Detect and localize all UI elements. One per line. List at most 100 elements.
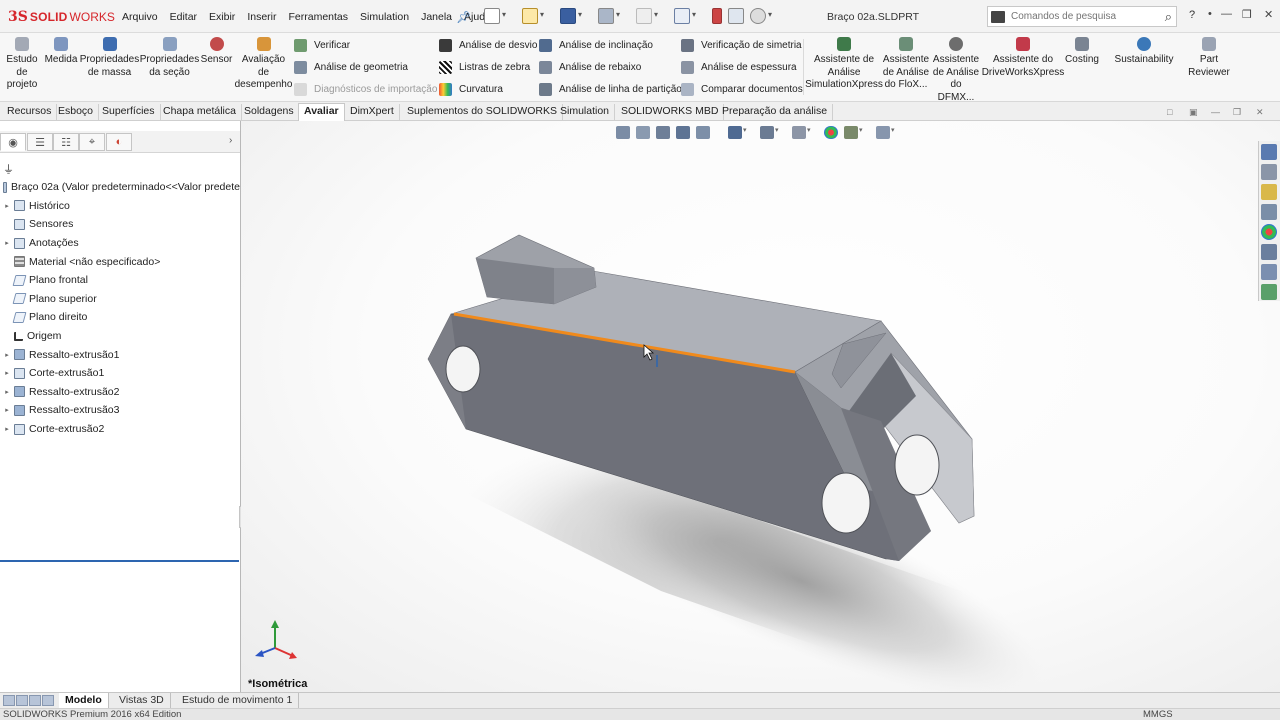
import-diagnostics-button[interactable]: Diagnósticos de importação	[294, 80, 437, 98]
units-selector[interactable]: MMGS	[1143, 709, 1173, 720]
menu-arquivo[interactable]: Arquivo	[116, 11, 164, 23]
file-properties-icon[interactable]	[728, 8, 744, 24]
tab-avaliar[interactable]: Avaliar	[298, 103, 345, 121]
expand-icon[interactable]: ▸	[0, 369, 14, 377]
costing-button[interactable]: Costing	[1064, 37, 1100, 67]
pin-menu-icon[interactable]: 📌︎	[456, 10, 471, 24]
panel-scroll-right-icon[interactable]: ›	[229, 135, 232, 146]
symmetry-check-button[interactable]: Verificação de simetria	[681, 36, 802, 54]
featuremanager-tab-icon[interactable]: ◉	[0, 133, 26, 151]
minimize-icon[interactable]: —	[1221, 8, 1232, 20]
menu-simulation[interactable]: Simulation	[354, 11, 415, 23]
tree-item-historico[interactable]: ▸ Histórico	[0, 197, 240, 216]
tree-item-ressalto-extrusao2[interactable]: ▸ Ressalto-extrusão2	[0, 383, 240, 402]
tree-item-sensores[interactable]: Sensores	[0, 215, 240, 234]
expand-icon[interactable]: ▸	[0, 425, 14, 433]
simulationxpress-button[interactable]: Assistente de Análise SimulationXpress	[805, 37, 883, 92]
tab-recursos[interactable]: Recursos	[2, 104, 58, 120]
tab-soldagens[interactable]: Soldagens	[239, 104, 300, 120]
draft-analysis-button[interactable]: Análise de inclinação	[539, 36, 653, 54]
menu-janela[interactable]: Janela	[415, 11, 458, 23]
solidworks-resources-icon[interactable]	[1261, 144, 1277, 160]
tree-item-anotacoes[interactable]: ▸ Anotações	[0, 234, 240, 253]
expand-icon[interactable]: ▸	[0, 351, 14, 359]
tree-item-ressalto-extrusao1[interactable]: ▸ Ressalto-extrusão1	[0, 345, 240, 364]
tab-preparacao-analise[interactable]: Preparação da análise	[717, 104, 834, 120]
forum-icon[interactable]	[1261, 264, 1277, 280]
configurationmanager-tab-icon[interactable]: ☷	[53, 133, 79, 151]
last-tab-icon[interactable]	[42, 695, 54, 706]
3d-part-model[interactable]	[241, 121, 1280, 692]
tab-modelo[interactable]: Modelo	[59, 693, 109, 708]
tab-simulation[interactable]: Simulation	[555, 104, 616, 120]
tile-right-icon[interactable]: ▣	[1189, 107, 1198, 118]
tree-item-plano-direito[interactable]: Plano direito	[0, 308, 240, 327]
help-icon[interactable]: ?	[1189, 9, 1195, 21]
propertymanager-tab-icon[interactable]: ☰	[27, 133, 53, 151]
curvature-button[interactable]: Curvatura	[439, 80, 503, 98]
print-icon[interactable]	[598, 8, 620, 24]
undercut-analysis-button[interactable]: Análise de rebaixo	[539, 58, 641, 76]
tab-suplementos[interactable]: Suplementos do SOLIDWORKS	[402, 104, 563, 120]
tree-item-plano-superior[interactable]: Plano superior	[0, 290, 240, 309]
next-tab-icon[interactable]	[29, 695, 41, 706]
doc-minimize-icon[interactable]: —	[1211, 107, 1220, 117]
tab-estudo-movimento-1[interactable]: Estudo de movimento 1	[176, 693, 300, 708]
mass-properties-button[interactable]: Propriedades de massa	[80, 37, 139, 79]
tree-item-corte-extrusao2[interactable]: ▸ Corte-extrusão2	[0, 420, 240, 439]
check-button[interactable]: Verificar	[294, 36, 350, 54]
displaymanager-tab-icon[interactable]: ◐	[106, 133, 132, 151]
new-document-icon[interactable]	[484, 8, 506, 24]
doc-restore-icon[interactable]: ❒	[1233, 107, 1241, 118]
doc-close-icon[interactable]: ✕	[1256, 107, 1264, 118]
file-explorer-icon[interactable]	[1261, 184, 1277, 200]
deviation-analysis-button[interactable]: Análise de desvio	[439, 36, 537, 54]
tab-superficies[interactable]: Superfícies	[97, 104, 161, 120]
rebuild-icon[interactable]	[712, 8, 722, 24]
options-gear-icon[interactable]	[750, 8, 772, 24]
solidworks-logo[interactable]: 3S SOLID WORKS	[8, 8, 115, 26]
tree-item-plano-frontal[interactable]: Plano frontal	[0, 271, 240, 290]
menu-exibir[interactable]: Exibir	[203, 11, 241, 23]
design-study-button[interactable]: Estudo de projeto	[6, 37, 38, 92]
menu-ferramentas[interactable]: Ferramentas	[283, 11, 355, 23]
dimxpertmanager-tab-icon[interactable]: ⌖	[79, 133, 105, 151]
design-library-icon[interactable]	[1261, 164, 1277, 180]
expand-icon[interactable]: ▸	[0, 202, 14, 210]
menu-inserir[interactable]: Inserir	[241, 11, 282, 23]
tree-item-origem[interactable]: Origem	[0, 327, 240, 346]
first-tab-icon[interactable]	[3, 695, 15, 706]
tab-esboco[interactable]: Esboço	[53, 104, 100, 120]
thickness-analysis-button[interactable]: Análise de espessura	[681, 58, 797, 76]
geometry-analysis-button[interactable]: Análise de geometria	[294, 58, 408, 76]
compare-documents-button[interactable]: Comparar documentos	[681, 80, 803, 98]
rollback-bar[interactable]	[0, 560, 239, 562]
tree-root[interactable]: Braço 02a (Valor predeterminado<<Valor p…	[0, 178, 240, 197]
sensor-button[interactable]: Sensor	[201, 37, 232, 67]
driveworksxpress-button[interactable]: Assistente do DriveWorksXpress	[982, 37, 1064, 79]
expand-icon[interactable]: ▸	[0, 388, 14, 396]
menu-editar[interactable]: Editar	[164, 11, 203, 23]
parting-line-analysis-button[interactable]: Análise de linha de partição	[539, 80, 682, 98]
tab-vistas-3d[interactable]: Vistas 3D	[113, 693, 171, 708]
undo-icon[interactable]	[636, 8, 658, 24]
custom-properties-icon[interactable]	[1261, 244, 1277, 260]
search-input[interactable]	[1005, 11, 1145, 22]
3d-content-central-icon[interactable]	[1261, 284, 1277, 300]
tab-solidworks-mbd[interactable]: SOLIDWORKS MBD	[616, 104, 725, 120]
appearances-scenes-icon[interactable]	[1261, 224, 1277, 240]
save-icon[interactable]	[560, 8, 582, 24]
open-icon[interactable]	[522, 8, 544, 24]
sustainability-button[interactable]: Sustainability	[1114, 37, 1174, 67]
tree-item-corte-extrusao1[interactable]: ▸ Corte-extrusão1	[0, 364, 240, 383]
tree-item-ressalto-extrusao3[interactable]: ▸ Ressalto-extrusão3	[0, 401, 240, 420]
measure-button[interactable]: Medida	[43, 37, 79, 67]
performance-evaluation-button[interactable]: Avaliação de desempenho	[235, 37, 292, 92]
select-cursor-icon[interactable]	[674, 8, 696, 24]
floxpress-button[interactable]: Assistente de Análise do FloX...	[881, 37, 931, 92]
part-reviewer-button[interactable]: Part Reviewer	[1188, 37, 1230, 79]
tab-chapa-metalica[interactable]: Chapa metálica	[158, 104, 242, 120]
close-icon[interactable]: ✕	[1264, 8, 1273, 21]
tile-left-icon[interactable]: □	[1167, 107, 1172, 117]
tab-dimxpert[interactable]: DimXpert	[345, 104, 400, 120]
